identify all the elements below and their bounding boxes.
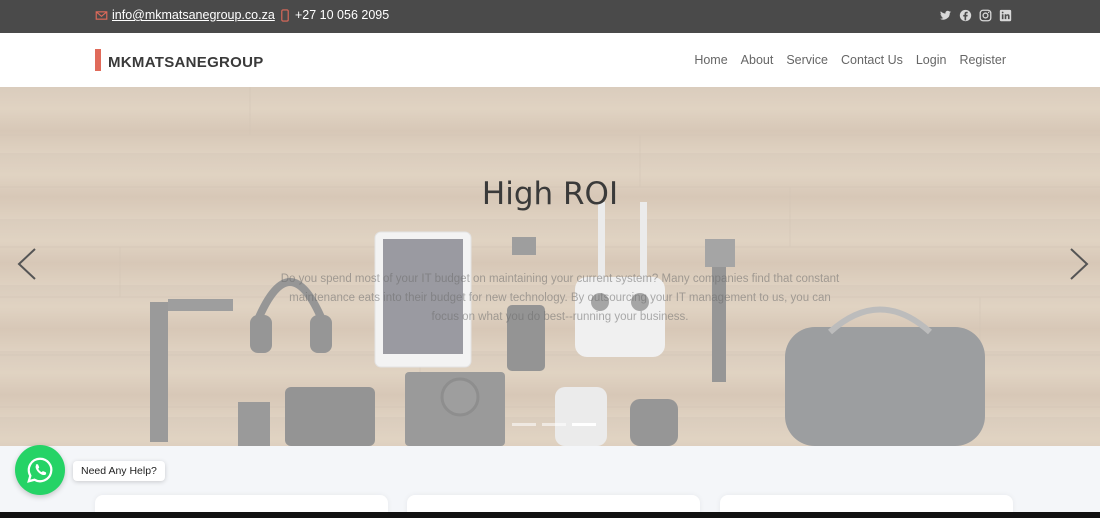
phone-number: +27 10 056 2095 bbox=[295, 8, 390, 22]
hero-carousel: High ROI Do you spend most of your IT bu… bbox=[0, 87, 1100, 446]
logo-text: MKMATSANEGROUP bbox=[108, 53, 264, 71]
chevron-left-icon[interactable] bbox=[16, 247, 38, 281]
whatsapp-icon bbox=[27, 457, 53, 483]
nav-register[interactable]: Register bbox=[959, 53, 1006, 67]
linkedin-icon[interactable] bbox=[999, 9, 1012, 22]
top-contact-bar: info@mkmatsanegroup.co.za +27 10 056 209… bbox=[0, 0, 1100, 33]
hero-description: Do you spend most of your IT budget on m… bbox=[280, 273, 840, 323]
services-section bbox=[0, 446, 1100, 515]
twitter-icon[interactable] bbox=[939, 9, 952, 22]
site-header: MKMATSANEGROUP Home About Service Contac… bbox=[0, 33, 1100, 87]
phone-contact: +27 10 056 2095 bbox=[281, 8, 389, 22]
nav-service[interactable]: Service bbox=[786, 53, 828, 67]
carousel-indicator-active[interactable] bbox=[572, 423, 596, 426]
nav-login[interactable]: Login bbox=[916, 53, 947, 67]
logo-accent-bar bbox=[95, 49, 101, 71]
whatsapp-button[interactable] bbox=[15, 445, 65, 495]
chevron-right-icon[interactable] bbox=[1068, 247, 1090, 281]
envelope-icon bbox=[95, 10, 108, 20]
nav-contact-us[interactable]: Contact Us bbox=[841, 53, 903, 67]
carousel-indicators bbox=[512, 423, 596, 426]
site-logo[interactable]: MKMATSANEGROUP bbox=[95, 49, 264, 71]
nav-about[interactable]: About bbox=[741, 53, 774, 67]
instagram-icon[interactable] bbox=[979, 9, 992, 22]
carousel-indicator[interactable] bbox=[512, 423, 536, 426]
phone-icon bbox=[281, 8, 289, 22]
email-link[interactable]: info@mkmatsanegroup.co.za bbox=[112, 8, 275, 22]
bottom-strip bbox=[0, 512, 1100, 518]
social-links bbox=[939, 9, 1012, 22]
nav-home[interactable]: Home bbox=[694, 53, 727, 67]
whatsapp-help-label[interactable]: Need Any Help? bbox=[73, 461, 165, 481]
hero-title: High ROI bbox=[481, 176, 619, 212]
carousel-indicator[interactable] bbox=[542, 423, 566, 426]
facebook-icon[interactable] bbox=[959, 9, 972, 22]
email-contact: info@mkmatsanegroup.co.za bbox=[95, 8, 275, 22]
hero-overlay bbox=[0, 87, 1100, 446]
main-nav: Home About Service Contact Us Login Regi… bbox=[694, 53, 1006, 67]
